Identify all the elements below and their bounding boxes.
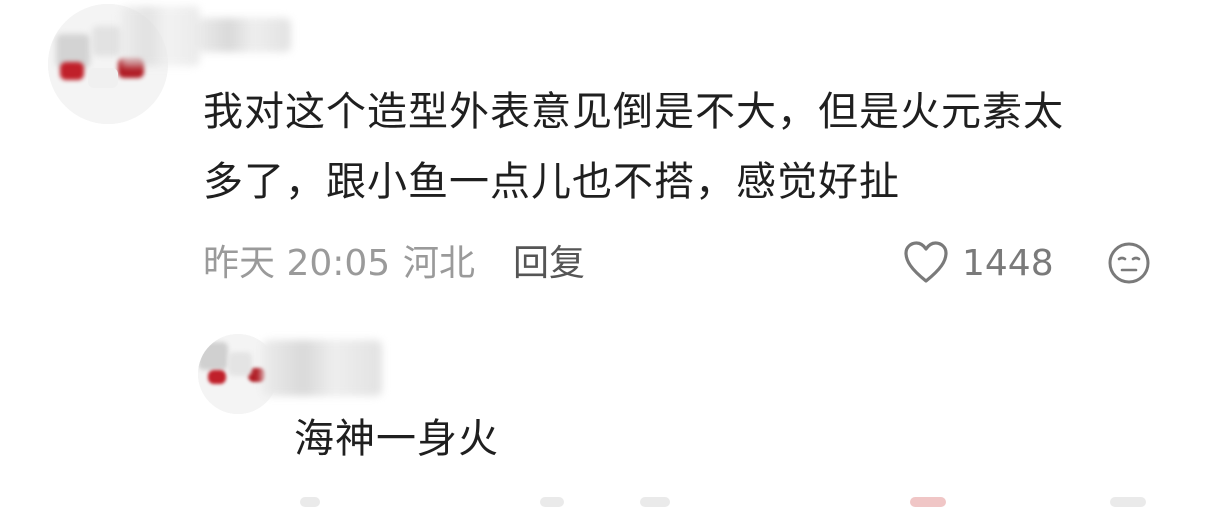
- next-row-fade: [540, 497, 564, 507]
- reply-text: 海神一身火: [294, 416, 499, 462]
- next-row-fade: [910, 497, 946, 507]
- next-row-fade: [640, 497, 670, 507]
- next-row-fade: [300, 497, 320, 507]
- comment-timestamp: 昨天 20:05: [203, 243, 391, 284]
- reply-username-blurred[interactable]: [262, 340, 382, 396]
- username-blurred[interactable]: [196, 18, 291, 52]
- reply-button[interactable]: 回复: [513, 242, 585, 286]
- emoji-face-icon[interactable]: [1107, 241, 1151, 285]
- like-count: 1448: [962, 243, 1054, 284]
- username-blurred-extra: [120, 6, 200, 66]
- comment-text-line-1: 我对这个造型外表意见倒是不大，但是火元素太: [203, 89, 1064, 135]
- heart-outline-icon[interactable]: [903, 241, 949, 285]
- comment-text-line-2: 多了，跟小鱼一点儿也不搭，感觉好扯: [203, 159, 900, 205]
- next-row-fade: [1110, 497, 1146, 507]
- comment-location: 河北: [403, 243, 476, 284]
